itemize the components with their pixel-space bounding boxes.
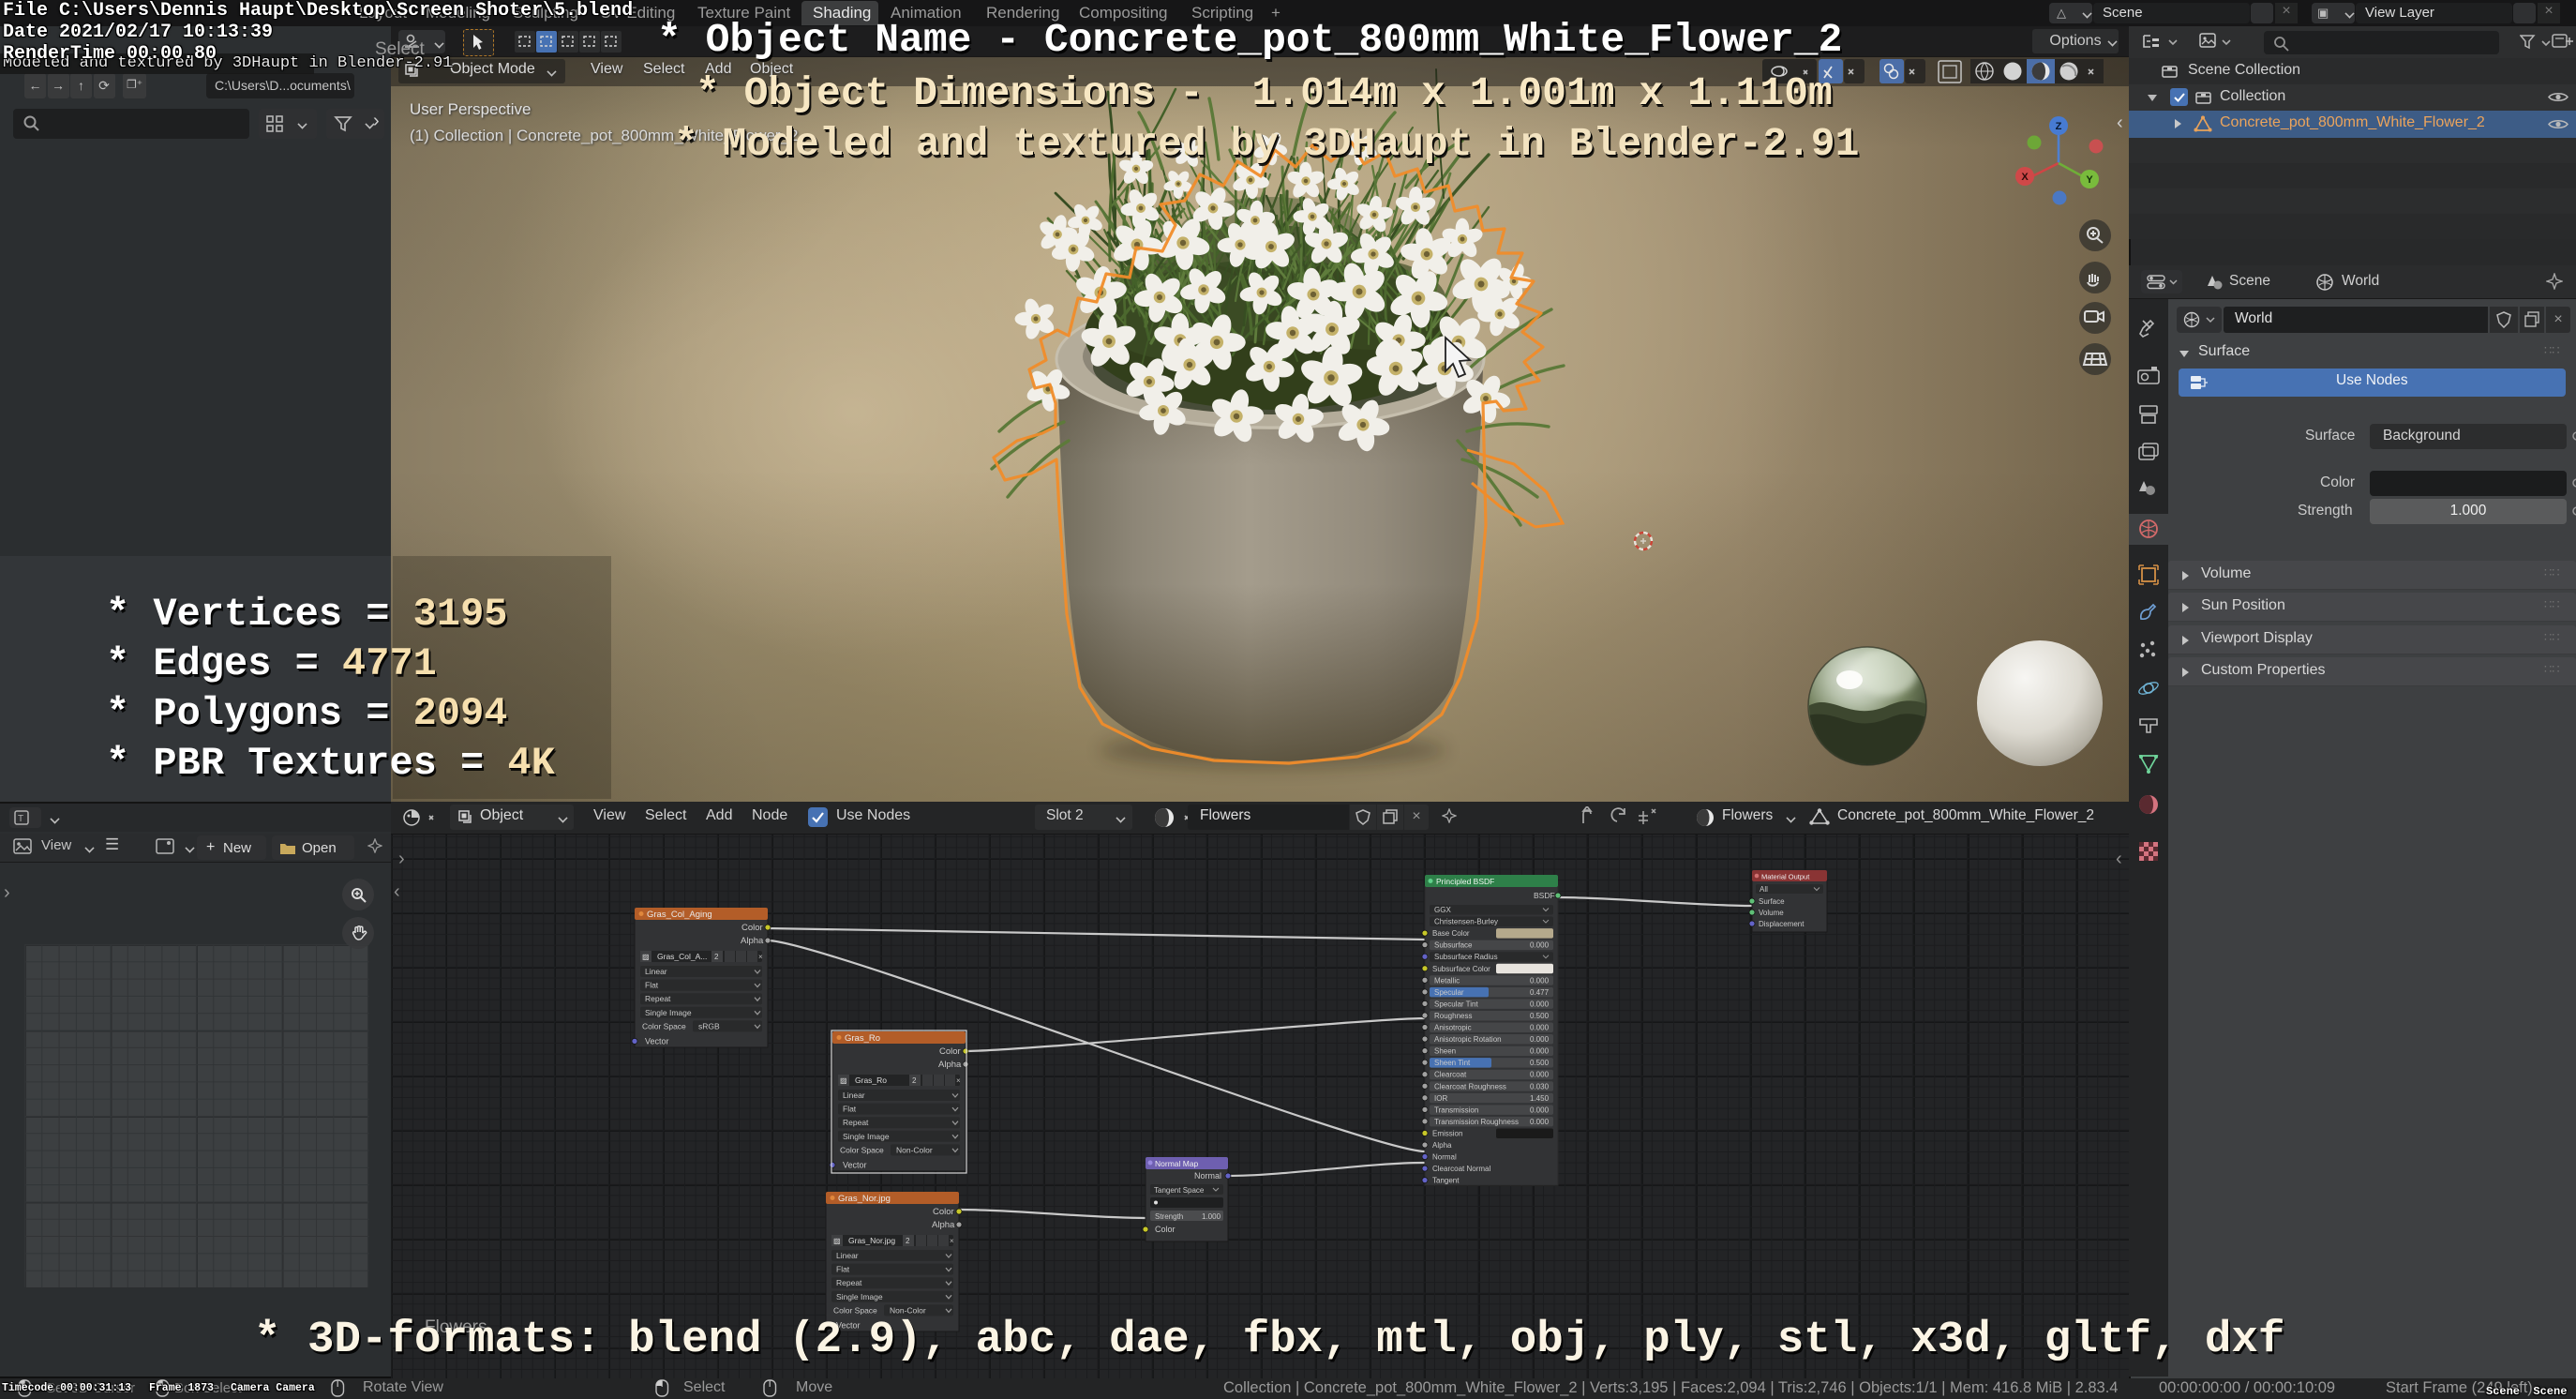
svg-text:Flat: Flat [836,1265,850,1274]
svg-text:2: 2 [714,953,719,961]
svg-text:Color: Color [741,923,763,933]
svg-text:Subsurface Color: Subsurface Color [1432,965,1490,973]
svg-text:Sheen: Sheen [1434,1047,1456,1056]
svg-text:0.000: 0.000 [1530,1035,1550,1044]
svg-text:Clearcoat: Clearcoat [1434,1071,1467,1079]
svg-text:Base Color: Base Color [1432,929,1470,938]
svg-text:Linear: Linear [645,967,667,976]
svg-text:Surface: Surface [1759,897,1785,906]
svg-text:Color Space: Color Space [642,1021,686,1030]
svg-text:Vector: Vector [645,1036,669,1045]
svg-text:GGX: GGX [1434,906,1451,914]
svg-text:Strength: Strength [1155,1212,1183,1221]
svg-text:0.000: 0.000 [1530,1106,1550,1114]
svg-text:Alpha: Alpha [938,1060,962,1070]
svg-text:Anisotropic: Anisotropic [1434,1024,1472,1032]
svg-text:0.000: 0.000 [1530,1047,1550,1056]
svg-text:Emission: Emission [1432,1129,1462,1137]
svg-text:Anisotropic Rotation: Anisotropic Rotation [1434,1035,1502,1044]
svg-text:Displacement: Displacement [1759,920,1805,928]
svg-text:0.000: 0.000 [1530,941,1550,950]
svg-text:1.450: 1.450 [1530,1094,1550,1103]
svg-text:0.477: 0.477 [1530,988,1550,997]
svg-text:Tangent Space: Tangent Space [1154,1186,1205,1195]
svg-text:Color: Color [1155,1225,1176,1234]
svg-text:Clearcoat Roughness: Clearcoat Roughness [1434,1082,1506,1091]
svg-text:▨: ▨ [642,953,650,961]
svg-text:▨: ▨ [833,1237,841,1245]
svg-text:Vector: Vector [843,1160,867,1169]
svg-text:Roughness: Roughness [1434,1012,1472,1020]
svg-text:2: 2 [906,1237,910,1245]
svg-text:Normal: Normal [1432,1153,1457,1162]
svg-text:sRGB: sRGB [698,1021,720,1030]
svg-text:0.000: 0.000 [1530,1024,1550,1032]
svg-text:Alpha: Alpha [741,936,764,946]
svg-text:Z: Z [2056,121,2062,132]
svg-text:Normal: Normal [1194,1171,1221,1181]
svg-text:Clearcoat Normal: Clearcoat Normal [1432,1165,1490,1173]
svg-text:Specular Tint: Specular Tint [1434,1000,1478,1008]
svg-text:Volume: Volume [1759,909,1784,917]
svg-text:All: All [1760,885,1768,894]
svg-text:0.000: 0.000 [1530,976,1550,985]
svg-text:×: × [758,953,763,961]
svg-text:BSDF: BSDF [1534,891,1555,900]
svg-text:Linear: Linear [836,1251,859,1260]
svg-text:0.000: 0.000 [1530,1118,1550,1126]
svg-text:0.030: 0.030 [1530,1082,1550,1091]
svg-text:Non-Color: Non-Color [896,1145,933,1154]
svg-text:Gras_Ro: Gras_Ro [855,1076,887,1085]
svg-text:Sheen Tint: Sheen Tint [1434,1059,1471,1067]
svg-text:Color: Color [933,1207,954,1217]
svg-text:Gras_Col_Aging: Gras_Col_Aging [647,910,712,920]
svg-text:Alpha: Alpha [1432,1141,1452,1150]
svg-text:Flat: Flat [645,981,659,990]
svg-text:Repeat: Repeat [836,1278,862,1287]
svg-text:Transmission: Transmission [1434,1106,1478,1114]
svg-text:0.500: 0.500 [1530,1012,1550,1020]
svg-text:Alpha: Alpha [932,1220,955,1230]
svg-text:X: X [2021,172,2029,183]
svg-text:Single Image: Single Image [836,1292,883,1301]
svg-text:Non-Color: Non-Color [890,1305,926,1315]
svg-text:Principled BSDF: Principled BSDF [1436,877,1494,886]
svg-text:Color Space: Color Space [840,1145,884,1154]
svg-text:Single Image: Single Image [843,1132,890,1141]
svg-text:Single Image: Single Image [645,1008,692,1017]
svg-text:Subsurface: Subsurface [1434,941,1473,950]
svg-text:×: × [950,1237,954,1245]
svg-text:Material Output: Material Output [1761,873,1810,881]
svg-text:Specular: Specular [1434,988,1464,997]
svg-text:Normal Map: Normal Map [1155,1159,1199,1168]
svg-text:Repeat: Repeat [843,1118,869,1127]
svg-text:0.500: 0.500 [1530,1059,1550,1067]
svg-text:Transmission Roughness: Transmission Roughness [1434,1118,1519,1126]
svg-text:Tangent: Tangent [1432,1177,1460,1185]
svg-text:Linear: Linear [843,1091,865,1100]
svg-text:Repeat: Repeat [645,994,671,1003]
svg-text:Color Space: Color Space [833,1305,877,1315]
svg-text:T: T [18,814,23,824]
svg-text:2: 2 [912,1076,917,1085]
svg-text:▨: ▨ [840,1076,847,1085]
svg-text:Subsurface Radius: Subsurface Radius [1434,953,1498,961]
svg-text:Christensen-Burley: Christensen-Burley [1434,918,1498,926]
svg-text:Y: Y [2086,174,2093,186]
svg-text:0.000: 0.000 [1530,1071,1550,1079]
svg-text:Color: Color [939,1046,961,1057]
svg-text:×: × [956,1076,961,1085]
svg-text:Gras_Col_A...: Gras_Col_A... [657,952,707,961]
svg-text:0.000: 0.000 [1530,1000,1550,1008]
svg-text:Flat: Flat [843,1105,857,1114]
svg-text:Gras_Ro: Gras_Ro [845,1033,880,1044]
svg-text:IOR: IOR [1434,1094,1447,1103]
svg-text:Gras_Nor.jpg: Gras_Nor.jpg [848,1236,895,1245]
svg-text:1.000: 1.000 [1202,1212,1221,1221]
svg-text:Metallic: Metallic [1434,976,1460,985]
svg-text:Gras_Nor.jpg: Gras_Nor.jpg [838,1194,891,1204]
